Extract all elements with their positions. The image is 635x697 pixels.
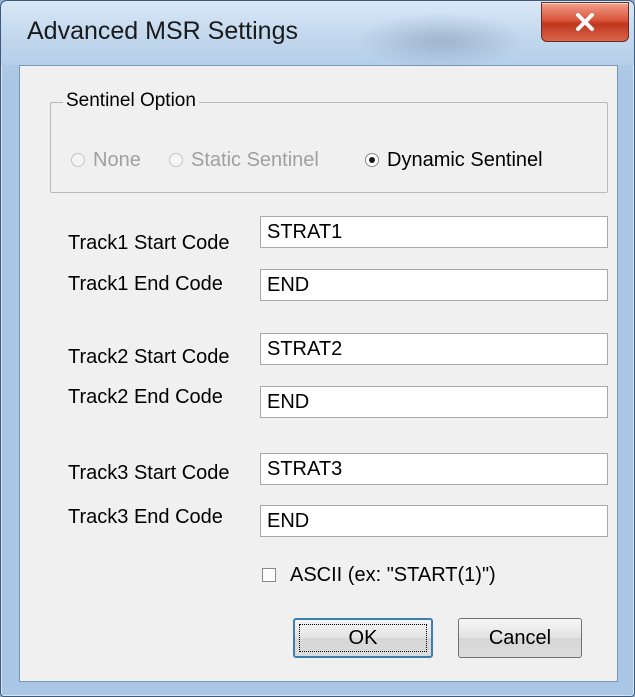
track3-end-input[interactable] [260,505,608,537]
close-button[interactable] [541,2,629,42]
track2-start-label: Track2 Start Code [68,346,230,368]
close-icon [576,13,594,31]
ascii-checkbox-label: ASCII (ex: "START(1)") [290,563,496,586]
radio-none-indicator [71,153,85,167]
radio-dynamic-label: Dynamic Sentinel [387,148,543,171]
track1-end-input[interactable] [260,269,608,301]
cancel-button[interactable]: Cancel [458,618,582,658]
dialog-window: Advanced MSR Settings Sentinel Option No… [0,0,635,697]
ascii-checkbox[interactable]: ASCII (ex: "START(1)") [262,564,496,586]
sentinel-option-group: Sentinel Option None Static Sentinel Dyn… [50,90,608,193]
radio-dynamic-indicator [365,153,379,167]
track3-end-label: Track3 End Code [68,506,223,528]
radio-dynamic-sentinel[interactable]: Dynamic Sentinel [365,148,543,172]
radio-static-sentinel[interactable]: Static Sentinel [169,148,319,172]
radio-static-indicator [169,153,183,167]
window-title: Advanced MSR Settings [27,17,298,45]
track1-end-label: Track1 End Code [68,273,223,295]
title-bar[interactable]: Advanced MSR Settings [1,1,634,65]
track3-start-label: Track3 Start Code [68,462,230,484]
radio-none-label: None [93,148,141,171]
dialog-body: Sentinel Option None Static Sentinel Dyn… [19,65,618,682]
track2-end-label: Track2 End Code [68,386,223,408]
track2-start-input[interactable] [260,333,608,365]
radio-none[interactable]: None [71,148,141,172]
sentinel-option-legend: Sentinel Option [63,90,199,112]
ok-button[interactable]: OK [293,618,433,658]
cancel-button-label: Cancel [488,626,552,649]
track1-start-label: Track1 Start Code [68,232,230,254]
radio-static-label: Static Sentinel [191,148,319,171]
track3-start-input[interactable] [260,453,608,485]
track1-start-input[interactable] [260,216,608,248]
ascii-checkbox-box [262,568,276,582]
ok-button-focus-ring [299,624,427,652]
track2-end-input[interactable] [260,386,608,418]
